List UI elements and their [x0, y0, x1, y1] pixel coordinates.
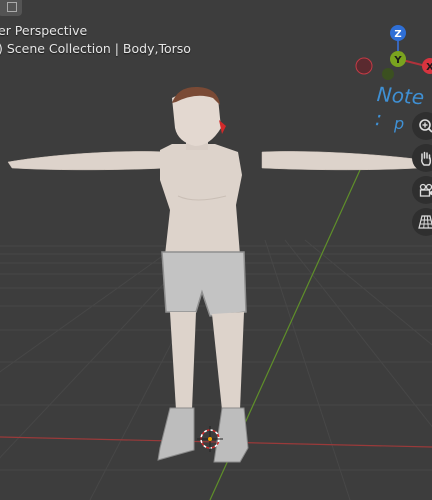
zoom-in-icon [419, 119, 432, 133]
editor-type-button[interactable] [0, 0, 22, 16]
scene-collection-label: ) Scene Collection | Body,Torso [0, 41, 191, 56]
y-axis-label: Y [393, 55, 402, 66]
camera-icon [419, 183, 432, 197]
perspective-toggle-button[interactable] [412, 208, 432, 236]
pan-button[interactable] [412, 144, 432, 172]
camera-view-button[interactable] [412, 176, 432, 204]
grid-perspective-icon [418, 215, 432, 229]
3d-viewport[interactable]: er Perspective ) Scene Collection | Body… [0, 0, 432, 500]
hand-pan-icon [421, 151, 432, 166]
view-mode-label: er Perspective [0, 23, 88, 38]
zoom-button[interactable] [412, 112, 432, 140]
x-axis-label: X [426, 62, 432, 73]
neg-y-handle[interactable] [382, 68, 394, 80]
neg-x-handle[interactable] [355, 57, 373, 75]
navigation-gizmo[interactable]: Z Y X [354, 24, 432, 86]
handwritten-note-line2: p [394, 114, 405, 133]
editor-icon [7, 2, 17, 12]
z-axis-label: Z [394, 29, 401, 40]
